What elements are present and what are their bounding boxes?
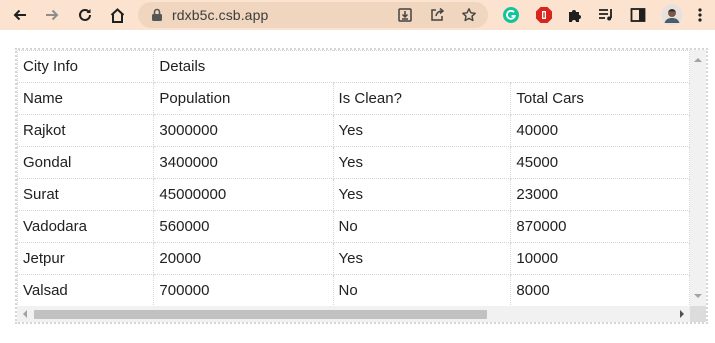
- column-header-population: Population: [153, 82, 334, 115]
- cell-total-cars: 40000: [510, 114, 690, 147]
- site-info-icon[interactable]: [149, 7, 165, 23]
- cell-is-clean: No: [332, 210, 512, 243]
- reload-icon[interactable]: [73, 3, 97, 27]
- cell-name: Valsad: [17, 274, 155, 306]
- horizontal-scrollbar[interactable]: [17, 306, 690, 322]
- table-row: Rajkot 3000000 Yes 40000: [17, 114, 690, 147]
- group-header-details: Details: [153, 50, 690, 83]
- group-header-city-info: City Info: [17, 50, 155, 83]
- column-header-row: Name Population Is Clean? Total Cars: [17, 82, 690, 115]
- cell-population: 700000: [153, 274, 334, 306]
- kebab-menu-icon[interactable]: [692, 3, 708, 27]
- profile-avatar[interactable]: [660, 3, 684, 27]
- media-control-icon[interactable]: [594, 3, 618, 27]
- scroll-left-arrow-icon[interactable]: [17, 306, 33, 322]
- cell-is-clean: Yes: [332, 114, 512, 147]
- bookmark-star-icon[interactable]: [460, 6, 478, 24]
- scrollbar-corner: [690, 306, 706, 322]
- cell-population: 3400000: [153, 146, 334, 179]
- home-icon[interactable]: [105, 3, 129, 27]
- cell-total-cars: 10000: [510, 242, 690, 275]
- cell-is-clean: No: [332, 274, 512, 306]
- scroll-up-arrow-icon[interactable]: [690, 52, 706, 68]
- cell-population: 20000: [153, 242, 334, 275]
- column-header-name: Name: [17, 82, 155, 115]
- cell-name: Rajkot: [17, 114, 155, 147]
- forward-arrow-icon[interactable]: [40, 3, 64, 27]
- cell-total-cars: 45000: [510, 146, 690, 179]
- side-panel-icon[interactable]: [626, 3, 650, 27]
- cell-total-cars: 870000: [510, 210, 690, 243]
- table-frame: City Info Details Name Population Is Cle…: [15, 48, 708, 324]
- table-row: Vadodara 560000 No 870000: [17, 210, 690, 243]
- horizontal-scroll-thumb[interactable]: [34, 310, 487, 319]
- table-scroll-area[interactable]: City Info Details Name Population Is Cle…: [17, 50, 690, 306]
- url-text: rdxb5c.csb.app: [172, 7, 269, 23]
- extensions-puzzle-icon[interactable]: [563, 3, 587, 27]
- cell-population: 45000000: [153, 178, 334, 211]
- address-bar[interactable]: rdxb5c.csb.app: [138, 2, 488, 28]
- table-row: Jetpur 20000 Yes 10000: [17, 242, 690, 275]
- vertical-scrollbar[interactable]: [690, 50, 706, 306]
- table-row: Gondal 3400000 Yes 45000: [17, 146, 690, 179]
- column-header-is-clean: Is Clean?: [332, 82, 512, 115]
- cell-is-clean: Yes: [332, 146, 512, 179]
- city-table: City Info Details Name Population Is Cle…: [17, 50, 690, 306]
- share-icon[interactable]: [428, 6, 446, 24]
- cell-population: 3000000: [153, 114, 334, 147]
- group-header-row: City Info Details: [17, 50, 690, 83]
- cell-name: Jetpur: [17, 242, 155, 275]
- cell-name: Surat: [17, 178, 155, 211]
- cell-name: Gondal: [17, 146, 155, 179]
- back-arrow-icon[interactable]: [8, 3, 32, 27]
- cell-population: 560000: [153, 210, 334, 243]
- cell-is-clean: Yes: [332, 178, 512, 211]
- cell-name: Vadodara: [17, 210, 155, 243]
- scroll-right-arrow-icon[interactable]: [674, 306, 690, 322]
- grammarly-extension-icon[interactable]: [499, 3, 523, 27]
- table-row: Valsad 700000 No 8000: [17, 274, 690, 306]
- browser-toolbar: rdxb5c.csb.app: [0, 0, 715, 30]
- install-app-icon[interactable]: [396, 6, 414, 24]
- cell-total-cars: 23000: [510, 178, 690, 211]
- column-header-total-cars: Total Cars: [510, 82, 690, 115]
- cell-total-cars: 8000: [510, 274, 690, 306]
- cell-is-clean: Yes: [332, 242, 512, 275]
- adblock-extension-icon[interactable]: [532, 3, 556, 27]
- table-row: Surat 45000000 Yes 23000: [17, 178, 690, 211]
- scroll-down-arrow-icon[interactable]: [690, 288, 706, 304]
